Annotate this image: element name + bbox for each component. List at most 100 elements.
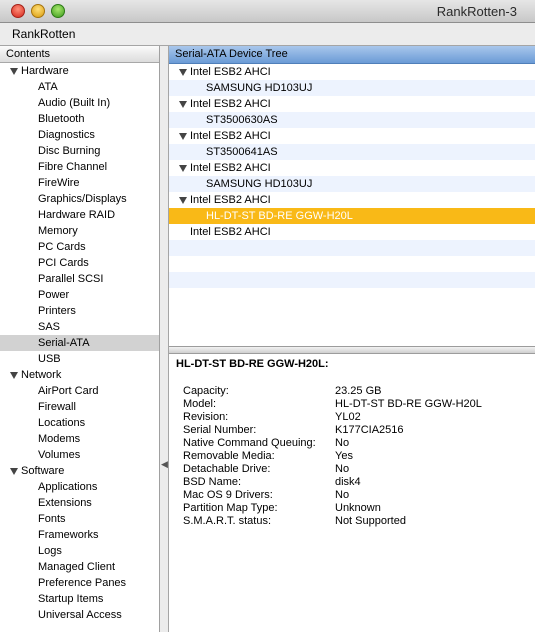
sidebar-item[interactable]: Modems <box>0 431 159 447</box>
device-row[interactable]: ST3500630AS <box>169 112 535 128</box>
detail-label: Native Command Queuing: <box>183 437 316 449</box>
detail-label: Mac OS 9 Drivers: <box>183 489 273 501</box>
sidebar-item[interactable]: Extensions <box>0 495 159 511</box>
device-row-label: Intel ESB2 AHCI <box>190 194 271 206</box>
detail-label: S.M.A.R.T. status: <box>183 515 272 527</box>
zoom-window-button[interactable] <box>51 4 65 18</box>
disclosure-triangle-icon[interactable] <box>179 164 187 172</box>
detail-row: S.M.A.R.T. status: Not Supported <box>183 515 482 528</box>
controller-row[interactable]: Intel ESB2 AHCI <box>169 160 535 176</box>
disclosure-triangle-icon[interactable] <box>179 68 187 76</box>
sidebar-item[interactable]: USB <box>0 351 159 367</box>
contents-tree: Hardware ATA Audio (Built In) Bluetooth Diag… <box>0 63 159 623</box>
sidebar-item[interactable]: Frameworks <box>0 527 159 543</box>
splitter-grip-icon: ◀ <box>161 459 168 469</box>
sidebar-item[interactable]: PC Cards <box>0 239 159 255</box>
controller-row[interactable]: Intel ESB2 AHCI <box>169 192 535 208</box>
device-row[interactable]: SAMSUNG HD103UJ <box>169 176 535 192</box>
detail-value: K177CIA2516 <box>335 424 404 436</box>
sidebar-item[interactable]: Memory <box>0 223 159 239</box>
empty-row <box>169 256 535 272</box>
controller-row[interactable]: Intel ESB2 AHCI <box>169 64 535 80</box>
sidebar-group-network[interactable]: Network <box>0 367 159 383</box>
device-row-label: Intel ESB2 AHCI <box>190 130 271 142</box>
detail-label: Partition Map Type: <box>183 502 278 514</box>
sidebar-item[interactable]: Preference Panes <box>0 575 159 591</box>
device-row-label: Intel ESB2 AHCI <box>190 162 271 174</box>
device-tree-list: Intel ESB2 AHCI SAMSUNG HD103UJ Intel ESB2… <box>169 64 535 304</box>
sidebar-group-label: Network <box>21 369 62 381</box>
detail-value: No <box>335 437 350 449</box>
details-pane: HL-DT-ST BD-RE GGW-H20L: Capacity: 23.25 … <box>169 354 535 632</box>
detail-label: Capacity: <box>183 385 229 397</box>
sidebar-item[interactable]: Firewall <box>0 399 159 415</box>
device-row[interactable]: SAMSUNG HD103UJ <box>169 80 535 96</box>
disclosure-triangle-icon[interactable] <box>10 371 18 379</box>
device-row[interactable]: HL-DT-ST BD-RE GGW-H20L <box>169 208 535 224</box>
detail-value: HL-DT-ST BD-RE GGW-H20L <box>335 398 482 410</box>
empty-row <box>169 240 535 256</box>
sidebar-item[interactable]: Managed Client <box>0 559 159 575</box>
empty-row <box>169 288 535 304</box>
sidebar-item[interactable]: Applications <box>0 479 159 495</box>
sidebar-item[interactable]: Fibre Channel <box>0 159 159 175</box>
detail-label: BSD Name: <box>183 476 242 488</box>
disclosure-triangle-icon[interactable] <box>179 132 187 140</box>
details-title: HL-DT-ST BD-RE GGW-H20L: <box>176 358 329 370</box>
sidebar-item[interactable]: Volumes <box>0 447 159 463</box>
sidebar-item[interactable]: Power <box>0 287 159 303</box>
sidebar-item[interactable]: Parallel SCSI <box>0 271 159 287</box>
detail-row: Removable Media: Yes <box>183 450 482 463</box>
disclosure-triangle-icon[interactable] <box>179 196 187 204</box>
device-row-label: SAMSUNG HD103UJ <box>206 178 313 190</box>
detail-value: Not Supported <box>335 515 406 527</box>
controller-row[interactable]: Intel ESB2 AHCI <box>169 96 535 112</box>
controller-row[interactable]: Intel ESB2 AHCI <box>169 128 535 144</box>
detail-value: 23.25 GB <box>335 385 382 397</box>
disclosure-triangle-icon[interactable] <box>179 100 187 108</box>
horizontal-splitter[interactable] <box>169 346 535 354</box>
sidebar-item[interactable]: Locations <box>0 415 159 431</box>
sidebar-item[interactable]: ATA <box>0 79 159 95</box>
close-window-button[interactable] <box>11 4 25 18</box>
sidebar-item[interactable]: Universal Access <box>0 607 159 623</box>
title-bar: RankRotten-3 <box>0 0 535 23</box>
disclosure-triangle-icon[interactable] <box>10 467 18 475</box>
sidebar-item[interactable]: Fonts <box>0 511 159 527</box>
sidebar-group-software[interactable]: Software <box>0 463 159 479</box>
device-row-label: Intel ESB2 AHCI <box>190 226 271 238</box>
sidebar-item[interactable]: FireWire <box>0 175 159 191</box>
sidebar-item[interactable]: Hardware RAID <box>0 207 159 223</box>
vertical-splitter[interactable]: ◀ <box>160 46 169 632</box>
device-tree-header[interactable]: Serial-ATA Device Tree <box>169 46 535 64</box>
detail-label: Model: <box>183 398 217 410</box>
sidebar-group-hardware[interactable]: Hardware <box>0 63 159 79</box>
sidebar-item[interactable]: Serial-ATA <box>0 335 159 351</box>
device-row-label: SAMSUNG HD103UJ <box>206 82 313 94</box>
contents-header: Contents <box>0 46 159 63</box>
sidebar-item[interactable]: SAS <box>0 319 159 335</box>
device-row-label: Intel ESB2 AHCI <box>190 66 271 78</box>
sidebar-item[interactable]: Printers <box>0 303 159 319</box>
sidebar-item[interactable]: PCI Cards <box>0 255 159 271</box>
sidebar-item[interactable]: Disc Burning <box>0 143 159 159</box>
detail-row: Mac OS 9 Drivers: No <box>183 489 482 502</box>
controller-row[interactable]: Intel ESB2 AHCI <box>169 224 535 240</box>
detail-value: YL02 <box>335 411 361 423</box>
disclosure-triangle-icon[interactable] <box>10 67 18 75</box>
sidebar-item[interactable]: Diagnostics <box>0 127 159 143</box>
detail-row: Native Command Queuing: No <box>183 437 482 450</box>
sidebar-item[interactable]: Startup Items <box>0 591 159 607</box>
detail-value: disk4 <box>335 476 361 488</box>
sidebar-item[interactable]: Audio (Built In) <box>0 95 159 111</box>
detail-row: Partition Map Type: Unknown <box>183 502 482 515</box>
sidebar-item[interactable]: Logs <box>0 543 159 559</box>
sidebar-item[interactable]: Graphics/Displays <box>0 191 159 207</box>
minimize-window-button[interactable] <box>31 4 45 18</box>
sidebar-item[interactable]: AirPort Card <box>0 383 159 399</box>
sidebar-item[interactable]: Bluetooth <box>0 111 159 127</box>
computer-name-label: RankRotten <box>12 27 76 41</box>
device-row[interactable]: ST3500641AS <box>169 144 535 160</box>
detail-value: No <box>335 463 350 475</box>
detail-row: Model: HL-DT-ST BD-RE GGW-H20L <box>183 398 482 411</box>
